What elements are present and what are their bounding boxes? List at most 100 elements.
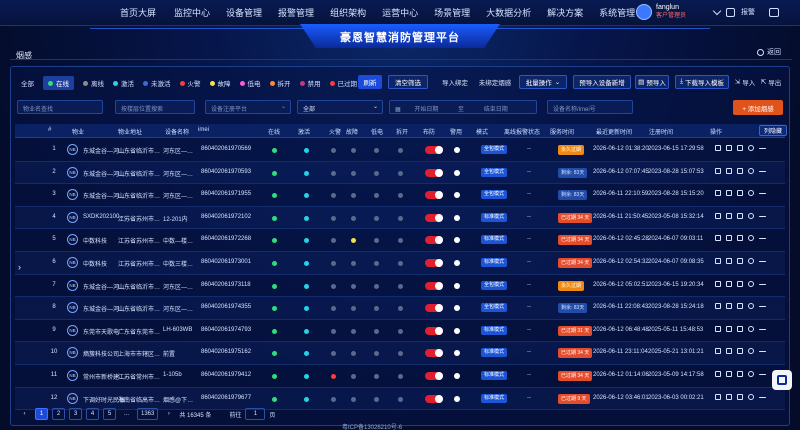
- property-search-input[interactable]: 物业名查找: [17, 100, 103, 114]
- arm-toggle[interactable]: [425, 146, 443, 154]
- delete-icon[interactable]: [737, 325, 743, 332]
- nav-item[interactable]: 大数据分析: [478, 6, 539, 19]
- column-settings-button[interactable]: 列隐藏: [759, 125, 787, 136]
- nav-item[interactable]: 组织架构: [322, 6, 374, 19]
- status-filter-chip[interactable]: 火警: [179, 78, 201, 88]
- edit-icon[interactable]: [715, 280, 721, 287]
- table-row[interactable]: 2 NB 东城金谷—河… 山东省临沂市… 河东区—… 860402061970593 全包模…: [15, 161, 785, 185]
- edit-icon[interactable]: [715, 371, 721, 377]
- status-filter-chip[interactable]: 低电: [239, 78, 261, 88]
- table-row[interactable]: 8 NB 东城金谷—河… 山东省临沂市… 河东区—… 860402061974355 全包模…: [15, 297, 785, 320]
- settings-icon[interactable]: [748, 258, 754, 264]
- share-icon[interactable]: [726, 190, 732, 197]
- edit-icon[interactable]: [715, 145, 721, 151]
- import-button[interactable]: ⇲ 导入: [733, 75, 757, 89]
- refresh-button[interactable]: 刷新: [358, 75, 382, 89]
- prev-page-button[interactable]: ‹: [18, 408, 31, 420]
- table-row[interactable]: 3 NB 东城金谷—河… 山东省临沂市… 河东区—… 860402061971955 全包模…: [15, 184, 785, 207]
- alarm-label[interactable]: 报警: [741, 7, 755, 17]
- date-range-picker[interactable]: ▦ 开始日期 至 结束日期: [389, 100, 537, 114]
- nav-item[interactable]: 报警管理: [270, 6, 322, 19]
- batch-button[interactable]: 批量操作 ⌄: [519, 75, 567, 89]
- arm-toggle[interactable]: [425, 236, 443, 245]
- more-icon[interactable]: [759, 374, 766, 375]
- delete-icon[interactable]: [737, 190, 743, 197]
- property-name[interactable]: 中数科技: [83, 236, 107, 245]
- settings-icon[interactable]: [748, 280, 754, 287]
- chevron-down-icon[interactable]: [712, 6, 722, 15]
- mode-badge[interactable]: 全包模式: [481, 145, 508, 154]
- more-icon[interactable]: [759, 396, 766, 398]
- edit-icon[interactable]: [715, 393, 721, 400]
- nav-item[interactable]: 首页大屏: [112, 6, 164, 19]
- delete-icon[interactable]: [737, 258, 743, 264]
- page-button[interactable]: 4: [86, 408, 99, 420]
- arm-toggle[interactable]: [425, 326, 443, 335]
- mode-badge[interactable]: 标准模式: [481, 348, 508, 358]
- arm-toggle[interactable]: [425, 259, 443, 267]
- more-icon[interactable]: [759, 148, 766, 149]
- share-icon[interactable]: [726, 280, 732, 287]
- mode-badge[interactable]: 标准模式: [481, 212, 508, 222]
- edit-icon[interactable]: [715, 303, 721, 310]
- back-button[interactable]: 返回: [757, 47, 781, 57]
- mode-badge[interactable]: 标准模式: [481, 325, 508, 335]
- table-row[interactable]: 7 NB 东城金谷—河… 山东省临沂市… 河东区—… 860402061973118 全包模…: [15, 275, 785, 298]
- status-filter-chip[interactable]: 禁用: [299, 78, 321, 88]
- status-filter-chip[interactable]: 故障: [209, 78, 231, 88]
- address-search-input[interactable]: 按楼层位置搜索: [115, 100, 195, 114]
- nav-item[interactable]: 监控中心: [164, 6, 218, 19]
- settings-icon[interactable]: [748, 190, 754, 197]
- delete-icon[interactable]: [737, 167, 743, 174]
- edit-icon[interactable]: [715, 258, 721, 264]
- table-row[interactable]: 9 NB 东莞市天歌电… 广东省东莞市… LH-603WB 860402061974793…: [15, 320, 785, 343]
- more-icon[interactable]: [759, 170, 766, 172]
- next-page-button[interactable]: ›: [162, 408, 175, 420]
- more-icon[interactable]: [759, 283, 766, 285]
- bell-icon[interactable]: [726, 7, 735, 17]
- mode-badge[interactable]: 标准模式: [481, 235, 508, 245]
- table-row[interactable]: 4 NB SXDK202100… 江苏省苏州市… 12-201内 860402061972…: [15, 206, 785, 230]
- unbound-button[interactable]: 未绑定烟感: [475, 75, 515, 89]
- page-button[interactable]: ...: [120, 408, 133, 420]
- share-icon[interactable]: [726, 212, 732, 219]
- briefcase-icon[interactable]: [769, 7, 779, 17]
- nav-item[interactable]: 运营中心: [374, 6, 426, 19]
- settings-icon[interactable]: [748, 212, 754, 219]
- page-button[interactable]: 2: [52, 408, 65, 420]
- table-row[interactable]: 12 NB 下调好时光民宿 海南省临高市… 烟感@下… 860402061979677 标准…: [15, 387, 785, 411]
- share-icon[interactable]: [726, 371, 732, 377]
- settings-icon[interactable]: [748, 348, 754, 355]
- page-button[interactable]: 1363: [137, 408, 159, 420]
- table-row[interactable]: 10 NB 熵簇科技公司 上海市市辖区… 前置 860402061975162 标准模式 --…: [15, 342, 785, 365]
- arm-toggle[interactable]: [425, 191, 443, 200]
- delete-icon[interactable]: [737, 280, 743, 287]
- property-name[interactable]: 熵簇科技公司: [83, 349, 119, 358]
- arm-toggle[interactable]: [425, 349, 443, 358]
- arm-toggle[interactable]: [425, 372, 443, 380]
- avatar[interactable]: [636, 4, 652, 20]
- table-row[interactable]: 6 NB 中数科技 江苏省苏州市… 中数三楼… 860402061973001 标准模式 --…: [15, 252, 785, 275]
- share-icon[interactable]: [726, 393, 732, 400]
- status-filter-chip[interactable]: 全部: [21, 78, 34, 88]
- arm-toggle[interactable]: [425, 281, 443, 290]
- status-filter-chip[interactable]: 离线: [83, 78, 104, 88]
- share-icon[interactable]: [726, 258, 732, 264]
- status-filter-chip[interactable]: 已过期: [329, 78, 357, 88]
- delete-icon[interactable]: [737, 212, 743, 219]
- page-button[interactable]: 3: [69, 408, 82, 420]
- status-filter-chip[interactable]: 未激活: [143, 78, 171, 88]
- pre-import-button[interactable]: ▤ 预导入: [635, 75, 669, 89]
- delete-icon[interactable]: [737, 393, 743, 400]
- import-bind-button[interactable]: 导入绑定: [439, 75, 471, 89]
- mode-badge[interactable]: 标准模式: [481, 258, 508, 267]
- mode-badge[interactable]: 全包模式: [481, 167, 508, 177]
- edit-icon[interactable]: [715, 167, 721, 174]
- imei-search-input[interactable]: 设备名称/imei号: [547, 100, 633, 114]
- nav-item[interactable]: 设备管理: [218, 6, 270, 19]
- mode-badge[interactable]: 标准模式: [481, 393, 508, 403]
- mode-badge[interactable]: 全包模式: [481, 190, 508, 200]
- share-icon[interactable]: [726, 348, 732, 355]
- property-name[interactable]: 中数科技: [83, 259, 107, 268]
- edit-icon[interactable]: [715, 235, 721, 242]
